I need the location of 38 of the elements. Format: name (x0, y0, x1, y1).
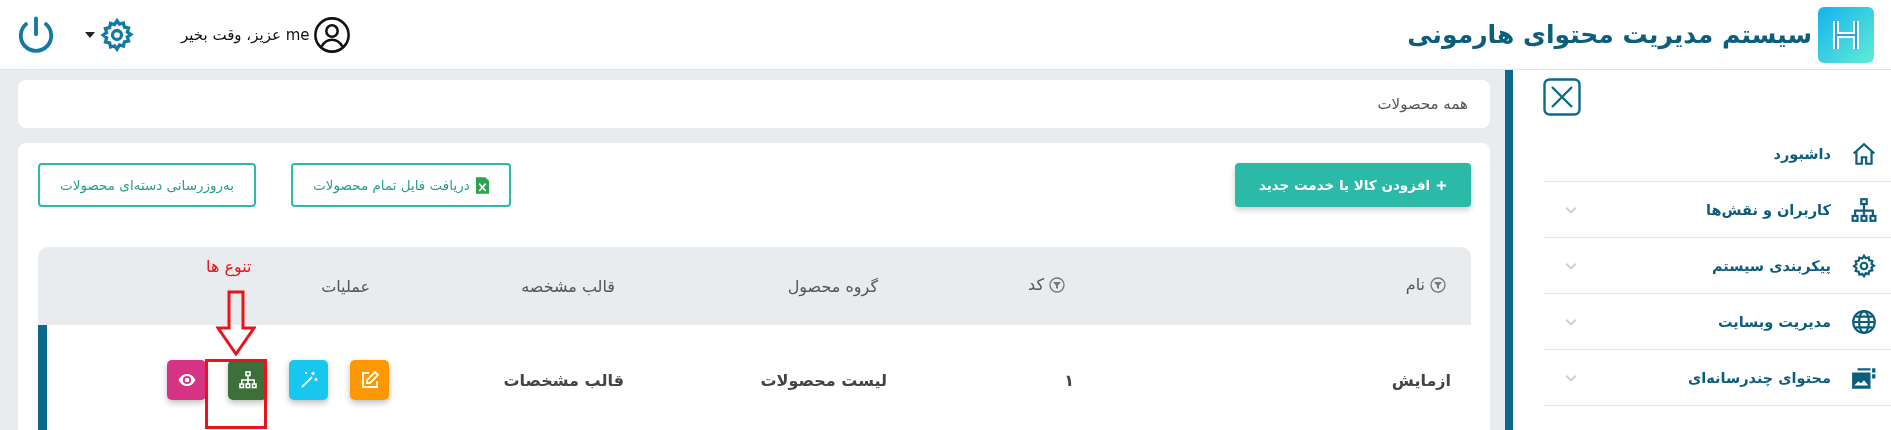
caret-icon[interactable] (85, 31, 95, 38)
download-button[interactable]: دریافت فایل تمام محصولات (291, 163, 511, 207)
column-header[interactable]: کد (1028, 275, 1065, 295)
globe-icon (1851, 308, 1877, 335)
spreadsheet-file-icon (475, 176, 489, 194)
table-cell: لیست محصولات (760, 370, 887, 390)
highlight-frame (205, 359, 267, 429)
user-icon[interactable] (313, 15, 352, 54)
gear-icon (1851, 252, 1877, 279)
sitemap-icon (1851, 196, 1877, 223)
pencil-icon (359, 370, 380, 390)
table-cell: ازمایش (1391, 370, 1451, 390)
annotation-label: تنوع ها (206, 257, 252, 276)
column-header[interactable]: نام (1405, 275, 1446, 295)
logo-icon (1818, 6, 1874, 63)
sidebar-item[interactable]: کاربران و نقش‌ها (1543, 182, 1891, 238)
annotation-arrow (216, 290, 256, 356)
sitemap-icon (237, 370, 258, 390)
sidebar-item[interactable]: محتوای چندرسانه‌ای (1543, 350, 1891, 406)
column-header[interactable]: قالب مشخصه (521, 276, 615, 296)
plus-icon (1436, 179, 1448, 191)
close-icon[interactable] (1543, 78, 1581, 116)
table-cell: قالب مشخصات (503, 370, 624, 390)
column-header[interactable]: گروه محصول (787, 276, 878, 296)
bulk-update-button[interactable]: به‌روزرسانی دسته‌ای محصولات (38, 163, 257, 207)
app-title: سیستم مدیریت محتوای هارمونی (1407, 20, 1812, 49)
sidebar-item[interactable]: مدیریت وبسایت (1543, 294, 1891, 350)
view-button[interactable] (167, 360, 206, 400)
column-header[interactable]: عملیات (321, 276, 370, 296)
sidebar-item[interactable]: پیکربندی سیستم (1543, 238, 1891, 294)
home-icon (1851, 140, 1877, 167)
filter-icon[interactable] (1430, 276, 1446, 293)
settings-icon[interactable] (99, 16, 135, 53)
greeting-text: me عزیز، وقت بخیر (181, 25, 310, 44)
breadcrumb-text: همه محصولات (1377, 95, 1468, 113)
table-cell: ۱ (1064, 370, 1074, 390)
filter-icon[interactable] (1049, 276, 1065, 293)
sidebar-item[interactable]: داشبورد (1543, 126, 1891, 182)
